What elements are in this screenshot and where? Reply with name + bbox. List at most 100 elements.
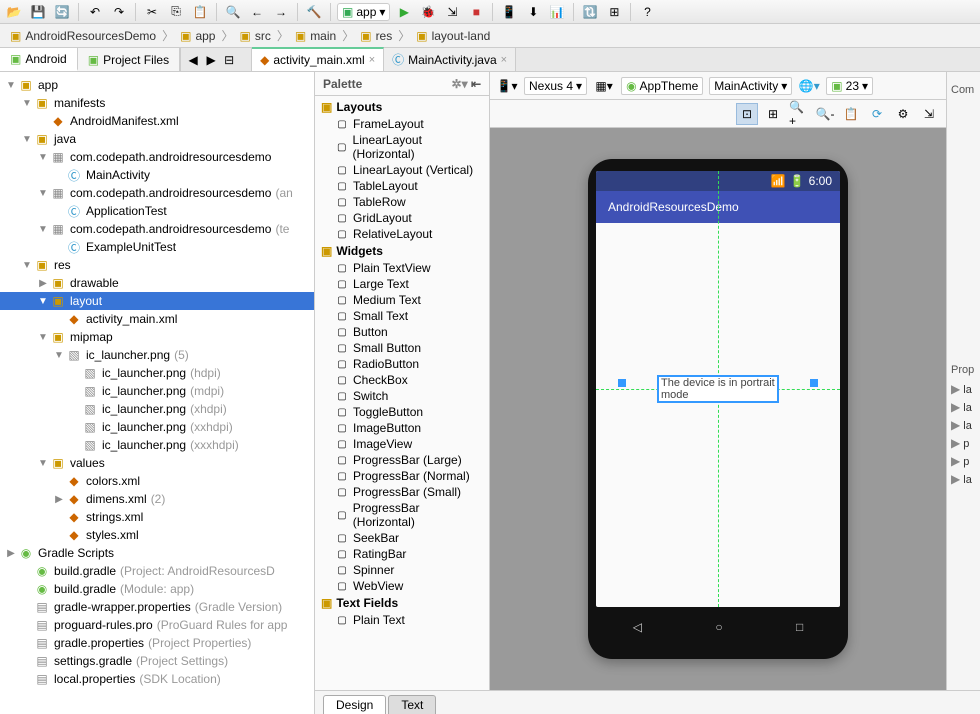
back-button-icon[interactable]: ◁ [633,620,642,634]
help-icon[interactable]: ? [637,2,657,22]
tree-item[interactable]: ◆styles.xml [0,526,314,544]
tree-item[interactable]: ▧ic_launcher.png(hdpi) [0,364,314,382]
breadcrumb-item[interactable]: ▣ AndroidResourcesDemo [4,29,162,43]
tree-item[interactable]: ⒸMainActivity [0,166,314,184]
palette-item[interactable]: ▢RadioButton [315,356,489,372]
editor-tab[interactable]: Ⓒ MainActivity.java × [384,48,516,71]
tree-item[interactable]: ▼▣java [0,130,314,148]
tree-item[interactable]: ⒸApplicationTest [0,202,314,220]
clipboard-icon[interactable]: 📋 [840,103,862,125]
selection-handle[interactable] [618,379,626,387]
palette-item[interactable]: ▢TableRow [315,194,489,210]
forward-icon[interactable]: → [271,2,291,22]
undo-icon[interactable]: ↶ [85,2,105,22]
palette-item[interactable]: ▢Large Text [315,276,489,292]
palette-item[interactable]: ▢TableLayout [315,178,489,194]
tree-item[interactable]: ◆colors.xml [0,472,314,490]
palette-item[interactable]: ▢RatingBar [315,546,489,562]
sync-icon[interactable]: 🔃 [580,2,600,22]
breadcrumb-item[interactable]: ▣ main [289,29,342,43]
refresh-icon[interactable]: 🔄 [52,2,72,22]
build-icon[interactable]: 🔨 [304,2,324,22]
tree-item[interactable]: ▼▦com.codepath.androidresourcesdemo [0,148,314,166]
device-screen[interactable]: 📶 🔋 6:00 AndroidResourcesDemo The device… [596,171,840,607]
tree-item[interactable]: ▤settings.gradle(Project Settings) [0,652,314,670]
tree-item[interactable]: ▤proguard-rules.pro(ProGuard Rules for a… [0,616,314,634]
close-icon[interactable]: × [501,54,507,66]
tree-item[interactable]: ▤local.properties(SDK Location) [0,670,314,688]
tree-item[interactable]: ▤gradle.properties(Project Properties) [0,634,314,652]
activity-combo[interactable]: MainActivity▾ [709,77,792,95]
tree-item[interactable]: ▧ic_launcher.png(xxhdpi) [0,418,314,436]
tree-item[interactable]: ◆AndroidManifest.xml [0,112,314,130]
project-tab[interactable]: ▣ Project Files [78,48,180,71]
tree-item[interactable]: ◉build.gradle(Project: AndroidResourcesD [0,562,314,580]
refresh-preview-icon[interactable]: ⟳ [866,103,888,125]
expand-icon[interactable]: ⇲ [918,103,940,125]
avd-icon[interactable]: 📱 [499,2,519,22]
project-tree[interactable]: ▼▣app▼▣manifests◆AndroidManifest.xml▼▣ja… [0,72,315,714]
palette-item[interactable]: ▢Spinner [315,562,489,578]
design-canvas[interactable]: 📶 🔋 6:00 AndroidResourcesDemo The device… [490,128,946,690]
recents-button-icon[interactable]: □ [796,620,803,634]
breadcrumb-item[interactable]: ▣ src [233,29,276,43]
breadcrumb-item[interactable]: ▣ res [354,29,398,43]
stop-icon[interactable]: ■ [466,2,486,22]
gear-icon[interactable]: ✲▾ [452,77,468,91]
tree-item[interactable]: ▧ic_launcher.png(xhdpi) [0,400,314,418]
locale-icon[interactable]: 🌐▾ [798,75,820,97]
debug-icon[interactable]: 🐞 [418,2,438,22]
structure-icon[interactable]: ⊞ [604,2,624,22]
settings-icon[interactable]: ⚙ [892,103,914,125]
project-tab[interactable]: ▣ Android [0,48,78,71]
palette-item[interactable]: ▢ImageView [315,436,489,452]
tree-item[interactable]: ▶▣drawable [0,274,314,292]
palette-item[interactable]: ▢ImageButton [315,420,489,436]
api-combo[interactable]: ▣23▾ [826,77,873,95]
device-combo[interactable]: Nexus 4▾ [524,77,587,95]
run-icon[interactable]: ▶ [394,2,414,22]
tree-item[interactable]: ▼▣layout [0,292,314,310]
redo-icon[interactable]: ↷ [109,2,129,22]
zoom-out-icon[interactable]: 🔍- [814,103,836,125]
breadcrumb-item[interactable]: ▣ layout-land [410,29,496,43]
tree-item[interactable]: ◆activity_main.xml [0,310,314,328]
collapse-icon[interactable]: ⇤ [471,77,481,91]
tree-item[interactable]: ▼▦com.codepath.androidresourcesdemo(an [0,184,314,202]
property-row[interactable]: ▶ la [947,380,980,398]
close-icon[interactable]: × [369,54,375,66]
selection-handle[interactable] [810,379,818,387]
tree-item[interactable]: ▼▣res [0,256,314,274]
palette-item[interactable]: ▢ProgressBar (Horizontal) [315,500,489,530]
breadcrumb-item[interactable]: ▣ app [174,29,221,43]
prev-tab-icon[interactable]: ◀ [185,52,201,68]
tree-item[interactable]: ◆strings.xml [0,508,314,526]
save-icon[interactable]: 💾 [28,2,48,22]
property-row[interactable]: ▶ la [947,470,980,488]
palette-item[interactable]: ▢ProgressBar (Normal) [315,468,489,484]
palette-item[interactable]: ▢Small Button [315,340,489,356]
tree-item[interactable]: ▶◉Gradle Scripts [0,544,314,562]
module-combo[interactable]: ▣ app ▾ [337,3,390,21]
palette-item[interactable]: ▢LinearLayout (Horizontal) [315,132,489,162]
tree-item[interactable]: ▼▦com.codepath.androidresourcesdemo(te [0,220,314,238]
palette-item[interactable]: ▢ProgressBar (Large) [315,452,489,468]
property-row[interactable]: ▶ la [947,398,980,416]
paste-icon[interactable]: 📋 [190,2,210,22]
palette-group[interactable]: ▣ Widgets [315,242,489,260]
find-icon[interactable]: 🔍 [223,2,243,22]
attach-icon[interactable]: ⇲ [442,2,462,22]
zoom-fit-icon[interactable]: ⊡ [736,103,758,125]
palette-item[interactable]: ▢Medium Text [315,292,489,308]
cut-icon[interactable]: ✂ [142,2,162,22]
copy-icon[interactable]: ⎘ [166,2,186,22]
editor-tab[interactable]: ◆ activity_main.xml × [252,47,384,71]
tree-item[interactable]: ◉build.gradle(Module: app) [0,580,314,598]
palette-group[interactable]: ▣ Layouts [315,98,489,116]
palette-item[interactable]: ▢CheckBox [315,372,489,388]
palette-item[interactable]: ▢Button [315,324,489,340]
next-tab-icon[interactable]: ▶ [203,52,219,68]
orientation-icon[interactable]: 📱▾ [496,75,518,97]
zoom-in-icon[interactable]: 🔍+ [788,103,810,125]
palette-item[interactable]: ▢Switch [315,388,489,404]
